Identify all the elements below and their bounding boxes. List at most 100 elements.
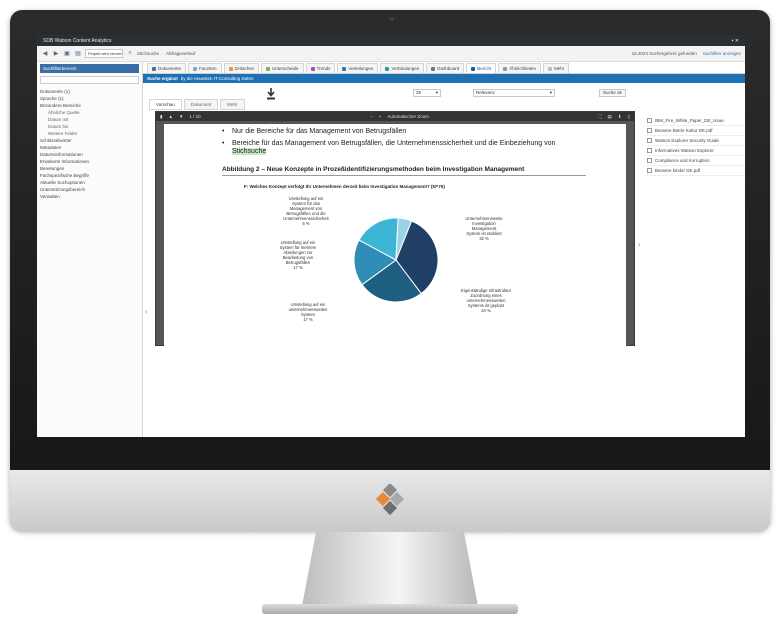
tab-4[interactable]: Trends [305, 63, 336, 73]
pie-label: 24 % [481, 308, 491, 313]
tab-1[interactable]: Facetten [188, 63, 222, 73]
file-name: Bessere Betrie Kultur DE.pdf [655, 128, 713, 133]
file-checkbox[interactable] [647, 128, 652, 133]
main-toolbar: ◀ ▶ ▣ ▤ Projekt wird verwendet ⌕ Stichsu… [37, 46, 745, 62]
next-arrow-icon[interactable]: › [638, 240, 641, 249]
screen: SDB Watson Content Analytics ▪ ✕ ◀ ▶ ▣ ▤… [37, 35, 745, 437]
filter-link[interactable]: Suchfilter anzeigen [703, 51, 741, 56]
down-icon[interactable]: ▼ [179, 114, 183, 119]
figure-title: Abbildung 2 – Neue Konzepte in Prozeßide… [222, 166, 586, 176]
sort-select[interactable]: Relevanz ▾ [473, 89, 555, 97]
file-item[interactable]: Bessere Betrie Kultur DE.pdf [647, 126, 745, 136]
monitor-stand [302, 532, 478, 606]
sidebar-item[interactable]: Datumsinformationen [40, 151, 139, 158]
sidebar: Suchfilterbereich Dokumente (1) Sprache (… [37, 62, 143, 437]
window-controls[interactable]: ▪ ✕ [732, 38, 739, 44]
tab-9[interactable]: Ähnlichkeiten [498, 63, 542, 73]
fullscreen-icon[interactable]: ⛶ [598, 114, 601, 119]
search-highlight: Stichsuche [232, 148, 267, 155]
tab-icon [471, 66, 476, 71]
tab-8[interactable]: Bericht [466, 63, 497, 73]
arrow-right-icon[interactable]: ▶ [52, 50, 60, 58]
tab-icon [266, 66, 271, 71]
bookmark-icon[interactable]: ▯ [628, 114, 630, 120]
monitor-base [262, 604, 518, 614]
subtab-0[interactable]: Vorschau [149, 99, 182, 110]
file-checkbox[interactable] [647, 138, 652, 143]
file-checkbox[interactable] [647, 168, 652, 173]
chevron-down-icon: ▾ [549, 90, 552, 95]
sidebar-item[interactable]: Datum bis [40, 123, 139, 130]
view-tabs: Dokumente Facetten Zeitachse Unterscheide Tr… [143, 62, 745, 74]
up-icon[interactable]: ▲ [168, 114, 172, 119]
info-bar: Suche ergänzt by die neuesten IT-Consult… [143, 74, 745, 83]
query-label[interactable]: Stichsuche [137, 51, 159, 56]
tab-label: Trends [316, 66, 331, 71]
tab-5[interactable]: Verteilungen [337, 63, 379, 73]
sidebar-item[interactable]: Metadaten [40, 144, 139, 151]
arrow-left-icon[interactable]: ◀ [41, 50, 49, 58]
tab-icon [228, 66, 233, 71]
tab-icon [385, 66, 390, 71]
bullet-1: Nur die Bereiche für das Management von … [222, 128, 586, 137]
tab-0[interactable]: Dokumente [147, 63, 187, 73]
print-icon[interactable]: ▤ [607, 114, 611, 120]
tab-7[interactable]: Dashboard [426, 63, 465, 73]
sidebar-item[interactable]: Aktuelle Suchoptionen [40, 179, 139, 186]
prev-arrow-icon[interactable]: ‹ [145, 307, 148, 316]
file-item[interactable]: IBM_Fire_White_Paper_DE_Issue [647, 116, 745, 126]
result-file-list: IBM_Fire_White_Paper_DE_Issue Bessere Bet… [647, 116, 745, 176]
sidebar-item[interactable]: Schlüsselwörter [40, 137, 139, 144]
sidebar-item[interactable]: Erweiterte Informationen [40, 158, 139, 165]
search-icon[interactable]: ⌕ [126, 50, 134, 58]
search-ok-button[interactable]: Suche ok [599, 89, 626, 97]
tab-3[interactable]: Unterscheide [261, 63, 304, 73]
zoom-select[interactable]: Automatischer Zoom [387, 114, 429, 119]
download-icon[interactable]: ⬇ [618, 114, 622, 120]
file-item[interactable]: Informatives Watson Explorer [647, 146, 745, 156]
sidebar-header[interactable]: Suchfilterbereich [40, 64, 139, 73]
pie-label: 17 % [303, 317, 313, 322]
search-input[interactable]: Projekt wird verwendet [85, 49, 123, 58]
subtab-2[interactable]: Mehr [220, 99, 245, 110]
sidebar-item[interactable]: Dokumente (1) [40, 88, 139, 95]
file-checkbox[interactable] [647, 158, 652, 163]
pdf-viewer: ▮ ▲ ▼ 1 / 10 − + Automatischer Zoom ⛶ ▤ … [155, 111, 635, 347]
subtab-1[interactable]: Dokument [183, 99, 219, 110]
app-title: SDB Watson Content Analytics [43, 37, 112, 44]
sidebar-search-input[interactable] [40, 76, 139, 84]
sidebar-item[interactable]: Datum mit [40, 116, 139, 123]
sidebar-item[interactable]: Bereitungen [40, 165, 139, 172]
tab-2[interactable]: Zeitachse [223, 63, 260, 73]
file-item[interactable]: Watson Explorer Security Guide [647, 136, 745, 146]
sidebar-item[interactable]: Weitere Felder [40, 130, 139, 137]
file-checkbox[interactable] [647, 148, 652, 153]
zoom-in-icon[interactable]: + [379, 114, 382, 119]
save-icon[interactable]: ▣ [63, 50, 71, 58]
sidebar-item[interactable]: Fachspezifische Begriffe [40, 172, 139, 179]
chevron-down-icon: ▾ [435, 90, 438, 95]
bullet-2: Bereiche für das Management von Betrugsf… [222, 140, 586, 157]
history-label[interactable]: Abfrageverlauf [166, 51, 195, 56]
pdf-toolbar: ▮ ▲ ▼ 1 / 10 − + Automatischer Zoom ⛶ ▤ … [156, 112, 634, 121]
print-icon[interactable]: ▤ [74, 50, 82, 58]
sidebar-item[interactable]: Besondere Bereiche [40, 102, 139, 109]
sidebar-item[interactable]: Verwalten [40, 193, 139, 200]
sidebar-item[interactable]: Ähnliche Quelle [40, 109, 139, 116]
tab-6[interactable]: Verbindungen [380, 63, 425, 73]
zoom-out-icon[interactable]: − [370, 114, 373, 119]
file-item[interactable]: Bessere kinder DE.pdf [647, 166, 745, 176]
tab-label: Unterscheide [272, 66, 299, 71]
file-name: Bessere kinder DE.pdf [655, 168, 701, 173]
tab-10[interactable]: Mehr [543, 63, 570, 73]
sidebar-item[interactable]: Unterstützungsbereich [40, 186, 139, 193]
sidebar-item[interactable]: Sprache (1) [40, 95, 139, 102]
pie-chart: UnternehmensweiteInvestigationManagement… [280, 196, 512, 322]
file-checkbox[interactable] [647, 118, 652, 123]
page-indicator[interactable]: 1 / 10 [189, 114, 200, 119]
figure-question: F: Welches Konzept verfolgt Ihr Unterneh… [244, 183, 445, 189]
page-size-select[interactable]: 25 ▾ [413, 89, 441, 97]
file-item[interactable]: Compliance und Korruption [647, 156, 745, 166]
download-icon[interactable] [266, 88, 276, 100]
sidebar-toggle-icon[interactable]: ▮ [160, 114, 162, 120]
